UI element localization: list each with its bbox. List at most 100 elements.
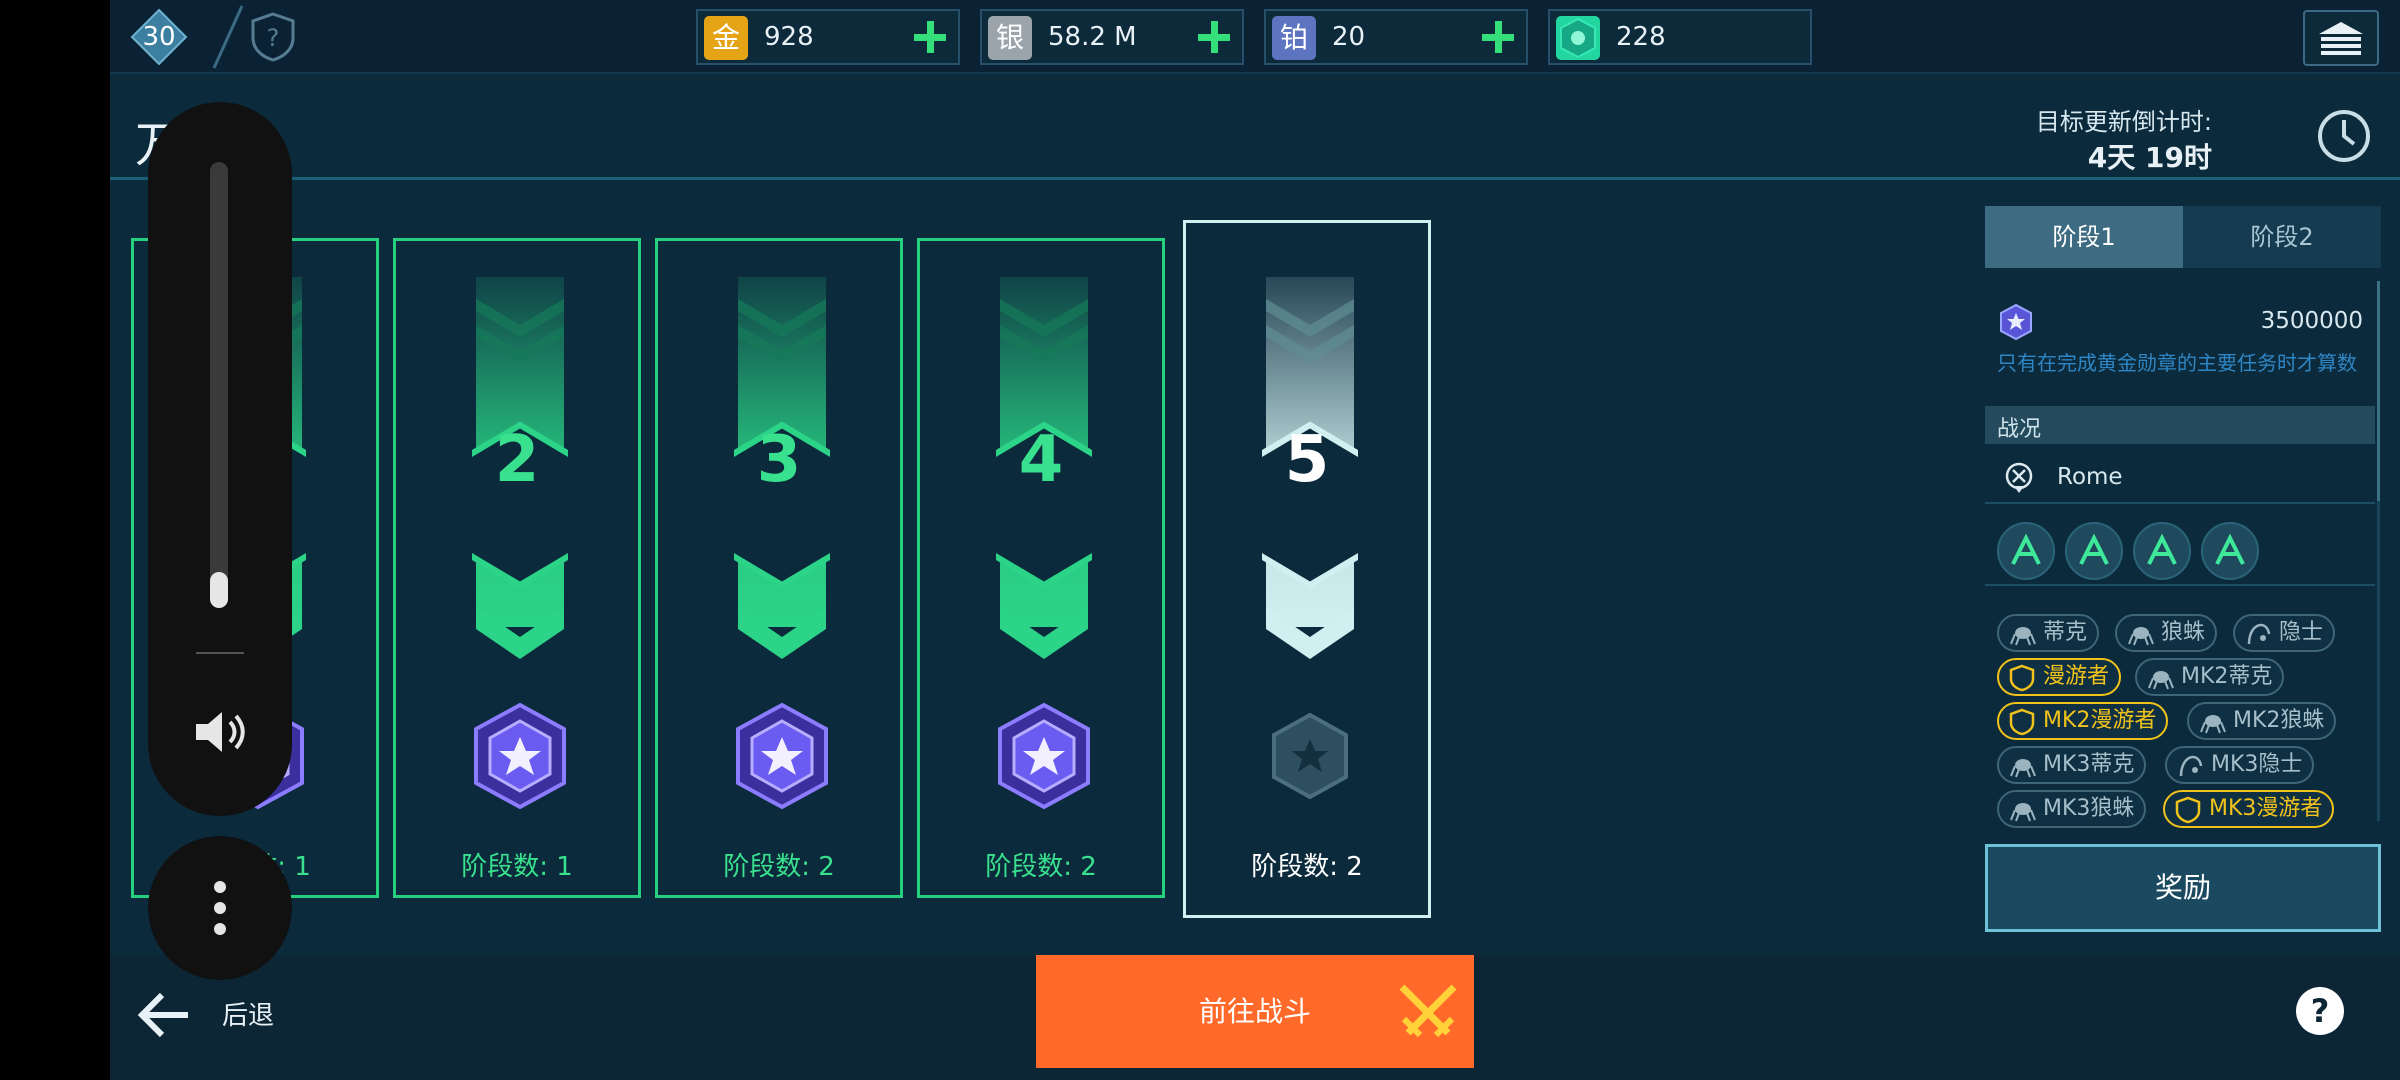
volume-divider [196, 652, 244, 654]
svg-text:?: ? [2311, 992, 2330, 1030]
platinum-icon: 铂 [1272, 16, 1316, 60]
enemy-tag-label: MK3蒂克 [2043, 752, 2135, 777]
help-icon[interactable]: ? [2294, 985, 2346, 1037]
enemy-tag[interactable]: MK3漫游者 [2163, 790, 2335, 828]
title-divider [110, 177, 2400, 180]
enemy-tag[interactable]: MK3隐士 [2165, 746, 2315, 784]
medal-points-icon [2000, 304, 2032, 340]
more-dot-icon [214, 881, 226, 893]
spider-icon [2010, 627, 2036, 646]
purple-medal-icon [998, 702, 1090, 810]
spider-icon [2128, 627, 2154, 646]
spider-icon [2010, 803, 2036, 822]
score-row: 3500000 [1985, 298, 2375, 348]
gold-resource: 金 928 [696, 9, 960, 65]
tab-stage-1[interactable]: 阶段1 [1985, 206, 2183, 268]
countdown-value: 4天 19时 [2087, 141, 2212, 174]
go-to-battle-button[interactable]: 前往战斗 [1036, 955, 1474, 1068]
scrollbar-thumb[interactable] [2377, 281, 2380, 501]
shield-heal-ability-icon[interactable] [2065, 522, 2123, 580]
enemy-tag[interactable]: MK2狼蛛 [2187, 702, 2337, 740]
add-silver-button[interactable] [1194, 17, 1234, 57]
jammer-ability-icon[interactable] [2201, 522, 2259, 580]
stage-number: 2 [494, 423, 540, 497]
map-location-icon [2005, 462, 2033, 493]
spider-icon [2148, 671, 2174, 690]
score-note: 只有在完成黄金勋章的主要任务时才算数 [1997, 351, 2357, 375]
stage-count-label: 阶段数: 2 [723, 852, 835, 882]
hex-gem-icon [1556, 16, 1600, 60]
shield-icon [2009, 664, 2035, 692]
volume-more-options-button[interactable] [148, 836, 292, 980]
enemy-tag-label: MK3漫游者 [2209, 796, 2323, 821]
spider-icon [2010, 759, 2036, 778]
stage-card-5[interactable]: 5 阶段数: 2 [1183, 220, 1431, 918]
enemy-tag-label: 漫游者 [2043, 664, 2110, 689]
stage-number: 5 [1284, 423, 1330, 497]
enemy-tag-label: MK2漫游者 [2043, 708, 2157, 733]
more-dot-icon [214, 923, 226, 935]
divider-slash [212, 5, 244, 69]
spider-icon [2200, 715, 2226, 734]
section-header: 战况 [1985, 406, 2375, 444]
crossed-swords-icon [1399, 984, 1457, 1038]
enemy-tag[interactable]: MK2蒂克 [2135, 658, 2285, 696]
stage-count-label: 阶段数: 2 [1251, 852, 1363, 882]
enemy-tag-label: MK3隐士 [2211, 752, 2303, 777]
player-level-badge[interactable]: 30 [130, 8, 188, 66]
enemy-tag[interactable]: 漫游者 [1997, 658, 2122, 696]
stage-count-label: 阶段数: 1 [461, 852, 573, 882]
stage-detail-scroll[interactable]: 3500000 只有在完成黄金勋章的主要任务时才算数 战况 Rome 蒂克 狼蛛 隐… [1985, 276, 2375, 828]
platinum-resource: 铂 20 [1264, 9, 1528, 65]
add-platinum-button[interactable] [1478, 17, 1518, 57]
enemy-tag[interactable]: MK3狼蛛 [1997, 790, 2147, 828]
rewards-button[interactable]: 奖励 [1985, 844, 2381, 932]
score-value: 3500000 [2260, 308, 2363, 334]
enemy-tag[interactable]: 隐士 [2233, 614, 2336, 652]
stage-card-3[interactable]: 3 阶段数: 2 [655, 238, 903, 898]
enemy-tag-label: MK2狼蛛 [2233, 708, 2325, 733]
enemy-tag-label: MK2蒂克 [2181, 664, 2273, 689]
enemy-tag-label: 蒂克 [2043, 620, 2088, 645]
stage-number: 4 [1018, 423, 1064, 497]
back-arrow-icon[interactable] [134, 985, 194, 1045]
enemy-tag[interactable]: MK2漫游者 [1997, 702, 2169, 740]
speaker-icon[interactable] [190, 702, 250, 762]
volume-slider-fill [210, 572, 228, 608]
stage-card-2[interactable]: 2 阶段数: 1 [393, 238, 641, 898]
silver-value: 58.2 M [1048, 22, 1137, 52]
stage-card-4[interactable]: 4 阶段数: 2 [917, 238, 1165, 898]
location-row: Rome [1985, 450, 2375, 504]
platinum-value: 20 [1332, 22, 1366, 52]
stage-number: 3 [756, 423, 802, 497]
section-title: 战况 [1997, 417, 2042, 442]
boost-ability-icon[interactable] [2133, 522, 2191, 580]
locked-medal-icon [1272, 712, 1348, 800]
clock-icon [2318, 110, 2370, 162]
tab-stage-2[interactable]: 阶段2 [2183, 206, 2381, 268]
location-name: Rome [2057, 464, 2123, 490]
volume-slider[interactable] [210, 162, 228, 608]
hangar-icon [2319, 22, 2363, 55]
hermit-icon [2179, 755, 2203, 777]
token-value: 228 [1616, 22, 1666, 52]
hangar-button[interactable] [2303, 10, 2379, 66]
purple-medal-icon [474, 702, 566, 810]
stage-count-label: 阶段数: 2 [985, 852, 1097, 882]
token-resource: 228 [1548, 9, 1812, 65]
system-volume-panel [148, 102, 292, 816]
gold-value: 928 [764, 22, 814, 52]
enemy-tag[interactable]: 蒂克 [1997, 614, 2100, 652]
repair-ability-icon[interactable] [1997, 522, 2055, 580]
scrollbar[interactable] [2377, 281, 2380, 821]
top-bar: 30 ? 金 928 银 58.2 M 铂 20 228 [110, 0, 2400, 74]
silver-resource: 银 58.2 M [980, 9, 1244, 65]
enemy-tag[interactable]: MK3蒂克 [1997, 746, 2147, 784]
shield-question-icon[interactable]: ? [250, 12, 296, 62]
add-gold-button[interactable] [910, 17, 950, 57]
silver-icon: 银 [988, 16, 1032, 60]
gold-icon: 金 [704, 16, 748, 60]
back-button-label[interactable]: 后退 [222, 995, 274, 1032]
ability-row [1985, 516, 2375, 586]
enemy-tag[interactable]: 狼蛛 [2115, 614, 2218, 652]
